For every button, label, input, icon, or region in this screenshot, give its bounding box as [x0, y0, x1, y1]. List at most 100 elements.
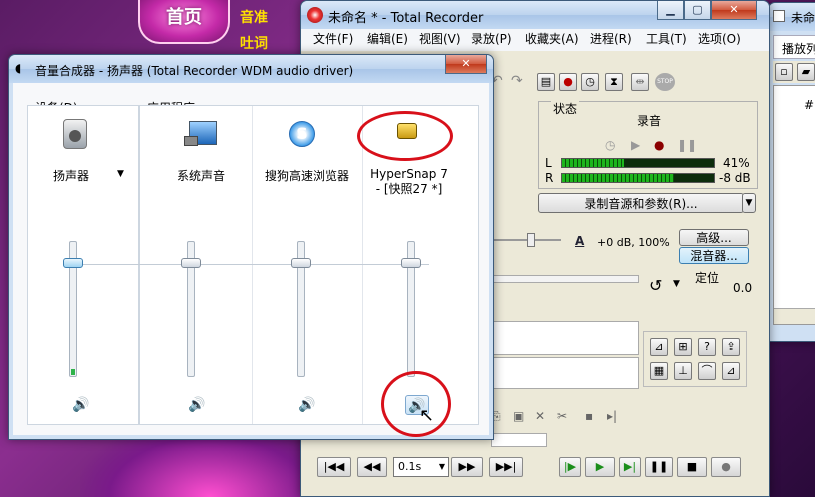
- window-title: 未命名 * - Total Recorder: [328, 11, 484, 26]
- chevron-down-icon: ▼: [438, 462, 445, 471]
- advanced-button[interactable]: 高级...: [679, 229, 749, 246]
- device-dropdown-icon[interactable]: ▼: [117, 169, 124, 179]
- channel-name: 系统声音: [176, 169, 225, 183]
- meter-l-value: 41%: [723, 156, 750, 170]
- meter-r-label: R: [545, 171, 554, 185]
- play-button[interactable]: ▶: [585, 457, 615, 477]
- device-panel: [27, 105, 139, 425]
- play-to-end-button[interactable]: ▶|: [619, 457, 641, 477]
- maximize-button[interactable]: ▢: [684, 1, 711, 20]
- effect-normalize-icon[interactable]: ⊞: [674, 338, 692, 356]
- menu-view[interactable]: 视图(V): [413, 29, 467, 49]
- redo-icon[interactable]: ↷: [511, 73, 523, 89]
- mute-button[interactable]: 🔊: [185, 395, 209, 415]
- effect-help-icon[interactable]: ?: [698, 338, 716, 356]
- step-value: 0.1s: [398, 460, 422, 473]
- side-toolbar: ▫ ▰: [773, 61, 815, 83]
- open-folder-icon[interactable]: ▰: [797, 63, 815, 81]
- system-sounds-icon: [184, 121, 217, 146]
- position-value: 0.0: [733, 281, 753, 295]
- record-button[interactable]: ●: [711, 457, 741, 477]
- playlist-tab-label: 播放列: [782, 42, 815, 56]
- effect-trim-icon[interactable]: ⊿: [722, 362, 740, 380]
- save-selection-icon[interactable]: ▪: [585, 409, 593, 423]
- effect-fade-in-icon[interactable]: ⊿: [650, 338, 668, 356]
- mixer-titlebar[interactable]: ◖ 音量合成器 - 扬声器 (Total Recorder WDM audio …: [9, 55, 493, 83]
- stop-button[interactable]: ■: [677, 457, 707, 477]
- play-from-start-button[interactable]: |▶: [559, 457, 581, 477]
- loop-dropdown-icon[interactable]: ▼: [673, 279, 680, 289]
- font-icon[interactable]: A: [575, 234, 584, 248]
- gain-slider-track[interactable]: [491, 239, 561, 241]
- playlist-table[interactable]: #: [773, 85, 815, 325]
- level-meter-l-fill: [624, 159, 714, 167]
- menu-process[interactable]: 进程(R): [584, 29, 638, 49]
- stop-icon[interactable]: STOP: [655, 73, 675, 91]
- loop-icon[interactable]: ↺: [649, 276, 662, 295]
- annotation-circle-mute: [381, 371, 451, 437]
- step-select[interactable]: 0.1s ▼: [393, 457, 449, 477]
- mixer-close-button[interactable]: ✕: [445, 55, 487, 74]
- split-icon[interactable]: ⇹: [631, 73, 649, 91]
- menu-tools[interactable]: 工具(T): [640, 29, 693, 49]
- timer-icon[interactable]: ⧗: [605, 73, 623, 91]
- main-toolbar: ↶ ↷ ▤ ● ◷ ⧗ ⇹ STOP: [491, 71, 769, 95]
- scheduler-icon[interactable]: ◷: [581, 73, 599, 91]
- go-start-button[interactable]: |◀◀: [317, 457, 351, 477]
- annotation-circle-app: [357, 111, 453, 161]
- horizontal-scrollbar[interactable]: [774, 308, 815, 324]
- new-file-icon[interactable]: ▫: [775, 63, 793, 81]
- side-window-titlebar[interactable]: 未命: [769, 3, 815, 31]
- menu-playback[interactable]: 录放(P): [465, 29, 518, 49]
- home-button[interactable]: 首页: [138, 0, 230, 44]
- playlist-tab[interactable]: 播放列: [773, 35, 815, 59]
- tab-articulation[interactable]: 吐词: [240, 33, 268, 53]
- delete-icon[interactable]: ✕: [535, 409, 545, 423]
- tab-intonation[interactable]: 音准: [240, 7, 268, 27]
- info-panel-top: [491, 321, 639, 355]
- fast-forward-button[interactable]: ▶▶: [451, 457, 483, 477]
- trim-selection-icon[interactable]: ✂: [557, 409, 567, 423]
- pause-button[interactable]: ❚❚: [645, 457, 673, 477]
- next-marker-icon[interactable]: ▸|: [607, 409, 617, 423]
- volume-slider-thumb[interactable]: [63, 257, 83, 268]
- rewind-button[interactable]: ◀◀: [357, 457, 387, 477]
- menu-edit[interactable]: 编辑(E): [361, 29, 414, 49]
- channel-name: HyperSnap 7 - [快照27 *]: [370, 167, 448, 196]
- sogou-browser-icon: S: [289, 121, 315, 147]
- mixer-title: 音量合成器 - 扬声器 (Total Recorder WDM audio dr…: [35, 64, 354, 78]
- paste-icon[interactable]: ▣: [513, 409, 524, 423]
- meter-l-label: L: [545, 156, 552, 170]
- gain-slider-thumb[interactable]: [527, 233, 535, 247]
- volume-slider-fill: [71, 369, 75, 375]
- effect-export-icon[interactable]: ⇪: [722, 338, 740, 356]
- speaker-volume-icon: 🔊: [72, 397, 90, 413]
- total-recorder-titlebar[interactable]: 未命名 * - Total Recorder ▁ ▢ ✕: [301, 1, 769, 29]
- volume-slider-thumb[interactable]: [291, 257, 311, 268]
- mute-button[interactable]: 🔊: [295, 395, 319, 415]
- mixer-button[interactable]: 混音器...: [679, 247, 749, 264]
- menu-options[interactable]: 选项(O): [692, 29, 747, 49]
- minimize-button[interactable]: ▁: [657, 1, 684, 20]
- effect-amplify-icon[interactable]: ▦: [650, 362, 668, 380]
- volume-slider-thumb[interactable]: [401, 257, 421, 268]
- info-panel-bottom: [491, 357, 639, 389]
- menu-bar: 文件(F) 编辑(E) 视图(V) 录放(P) 收藏夹(A) 进程(R) 工具(…: [301, 29, 769, 51]
- recording-source-button[interactable]: 录制音源和参数(R)...: [538, 193, 744, 213]
- channel-name: 搜狗高速浏览器: [264, 169, 349, 183]
- effect-silence-icon[interactable]: ⊥: [674, 362, 692, 380]
- volume-slider-thumb[interactable]: [181, 257, 201, 268]
- menu-favorites[interactable]: 收藏夹(A): [519, 29, 585, 49]
- menu-file[interactable]: 文件(F): [307, 29, 359, 49]
- speaker-volume-icon: 🔊: [188, 397, 206, 413]
- mute-button[interactable]: 🔊: [69, 395, 93, 415]
- properties-icon[interactable]: ▤: [537, 73, 555, 91]
- close-button[interactable]: ✕: [711, 1, 757, 20]
- record-settings-icon[interactable]: ●: [559, 73, 577, 91]
- selection-field[interactable]: [491, 433, 547, 447]
- go-end-button[interactable]: ▶▶|: [489, 457, 523, 477]
- source-dropdown-button[interactable]: ▼: [742, 193, 756, 213]
- column-divider: [362, 106, 363, 424]
- position-slider[interactable]: [491, 275, 639, 283]
- effect-envelope-icon[interactable]: ⌒: [698, 362, 716, 380]
